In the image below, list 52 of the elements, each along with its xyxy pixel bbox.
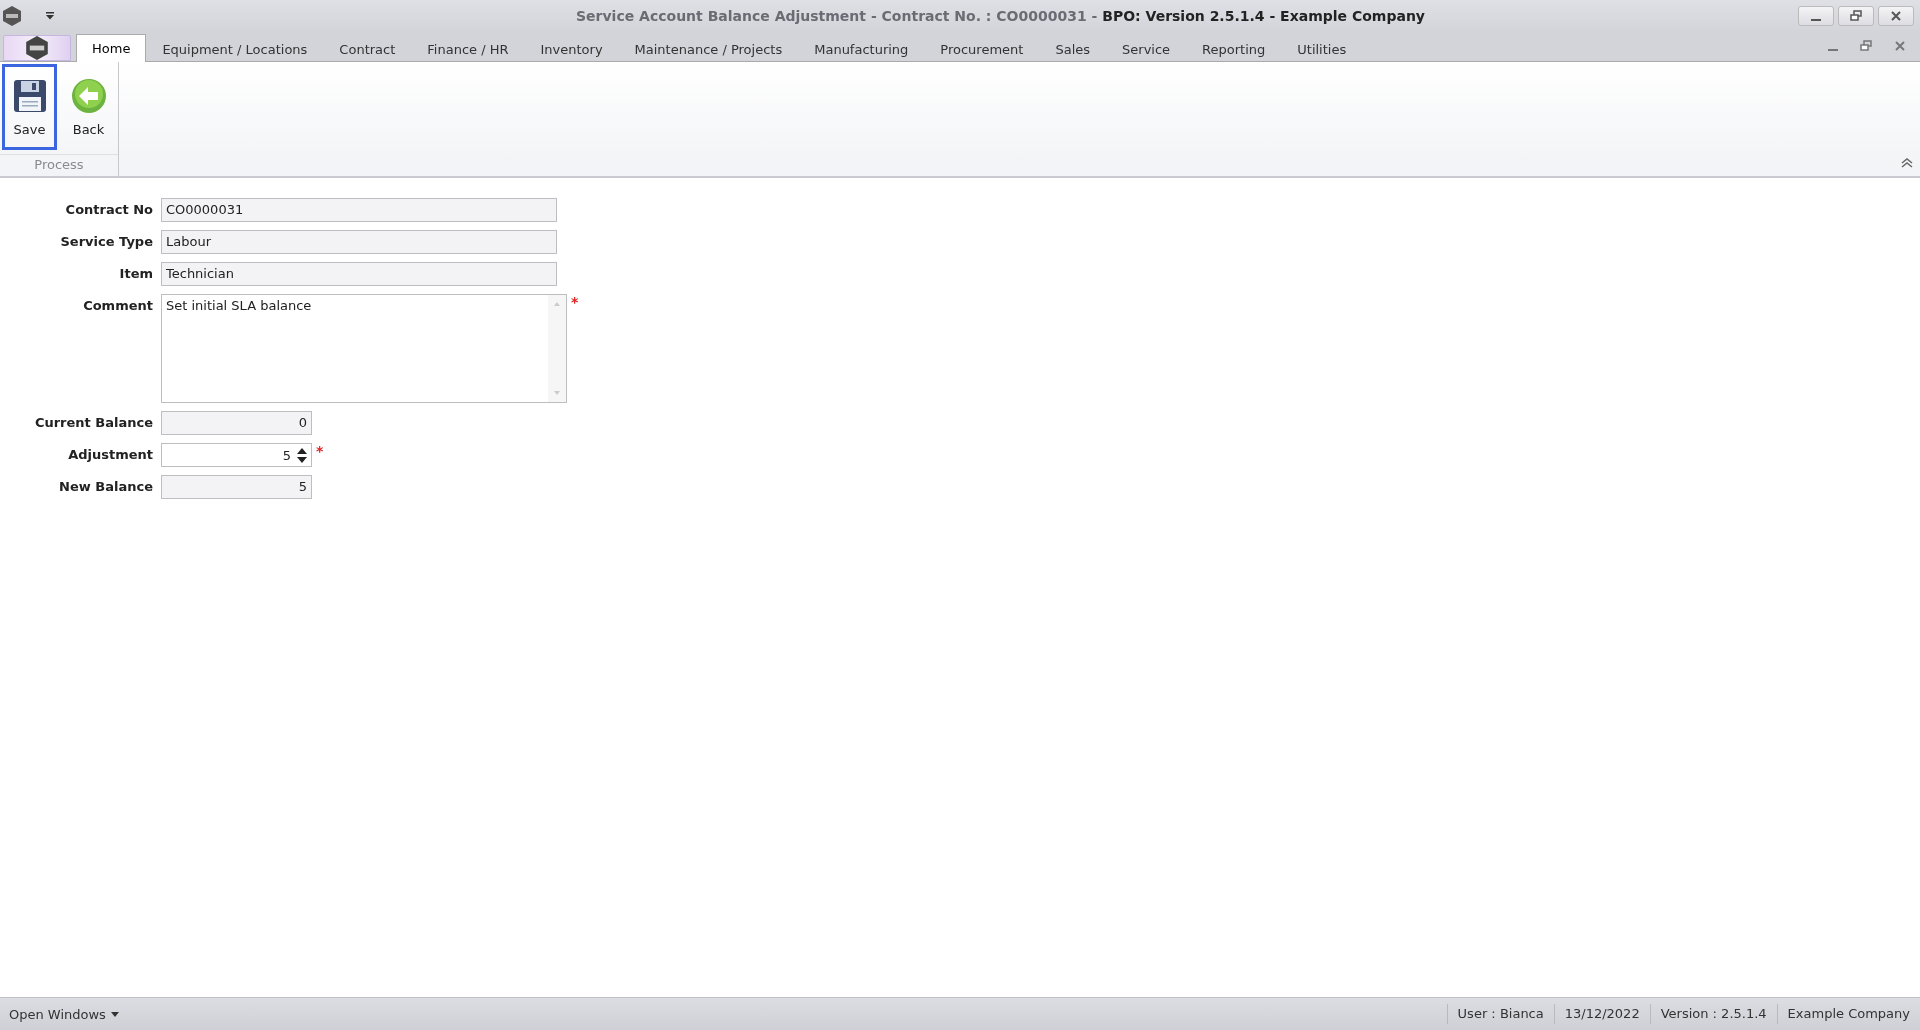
ribbon-tab[interactable]: Inventory [524,36,619,62]
field-label: Item [118,265,153,281]
ribbon-group-label: Process [0,154,118,176]
status-item: Version : 2.5.1.4 [1649,1004,1777,1024]
app-logo-icon [3,6,21,26]
ribbon-tab[interactable]: Utilities [1281,36,1363,62]
ribbon-tab[interactable]: Finance / HR [411,36,525,62]
ribbon-tab[interactable]: Home [76,34,147,62]
text-field[interactable]: Technician [161,262,557,286]
ribbon-tab[interactable]: Contract [323,36,412,62]
close-icon[interactable] [1894,40,1906,52]
open-windows-menu[interactable]: Open Windows [0,1006,128,1022]
ribbon-tab[interactable]: Manufacturing [798,36,925,62]
required-marker: * [571,294,579,310]
number-field[interactable]: 0 [161,411,312,435]
close-icon [1890,10,1902,22]
restore-icon [1850,10,1862,22]
back-button[interactable]: Back [61,64,116,150]
close-button[interactable] [1878,6,1914,26]
save-button[interactable]: Save [2,64,57,150]
ribbon-tab[interactable]: Equipment / Locations [146,36,324,62]
ribbon-tab[interactable]: Sales [1039,36,1107,62]
dropdown-arrow-icon[interactable] [45,12,55,20]
window-title: Service Account Balance Adjustment - Contract No. : CO0000031 - BPO: Version 2.5.1.4 - Example Company [575,8,1426,24]
field-label: Adjustment [67,446,153,462]
ribbon-tab[interactable]: Service [1106,36,1187,62]
field-label: Contract No [64,201,153,217]
app-logo-icon [25,36,49,60]
ribbon-tab[interactable]: Reporting [1186,36,1282,62]
number-spin-field[interactable]: 5 [161,443,312,467]
text-field[interactable]: Labour [161,230,557,254]
restore-icon[interactable] [1860,40,1872,52]
status-item: Example Company [1776,1004,1920,1024]
spin-up-icon[interactable] [297,447,307,454]
field-label: Service Type [59,233,153,249]
number-field[interactable]: 5 [161,475,312,499]
required-marker: * [316,443,324,459]
field-label: New Balance [58,478,153,494]
field-label: Current Balance [33,414,153,430]
application-menu-button[interactable] [3,35,71,61]
ribbon-tab[interactable]: Procurement [924,36,1040,62]
caret-icon [110,1011,119,1017]
collapse-ribbon-icon[interactable] [1900,158,1914,168]
text-field[interactable]: CO0000031 [161,198,557,222]
spin-down-icon[interactable] [297,456,307,463]
minimize-button[interactable] [1798,6,1834,26]
minimize-icon [1811,19,1821,21]
status-item: User : Bianca [1446,1004,1554,1024]
restore-button[interactable] [1838,6,1874,26]
status-item: 13/12/2022 [1553,1004,1650,1024]
ribbon-tab[interactable]: Maintenance / Projects [618,36,799,62]
field-label: Comment [82,297,153,313]
